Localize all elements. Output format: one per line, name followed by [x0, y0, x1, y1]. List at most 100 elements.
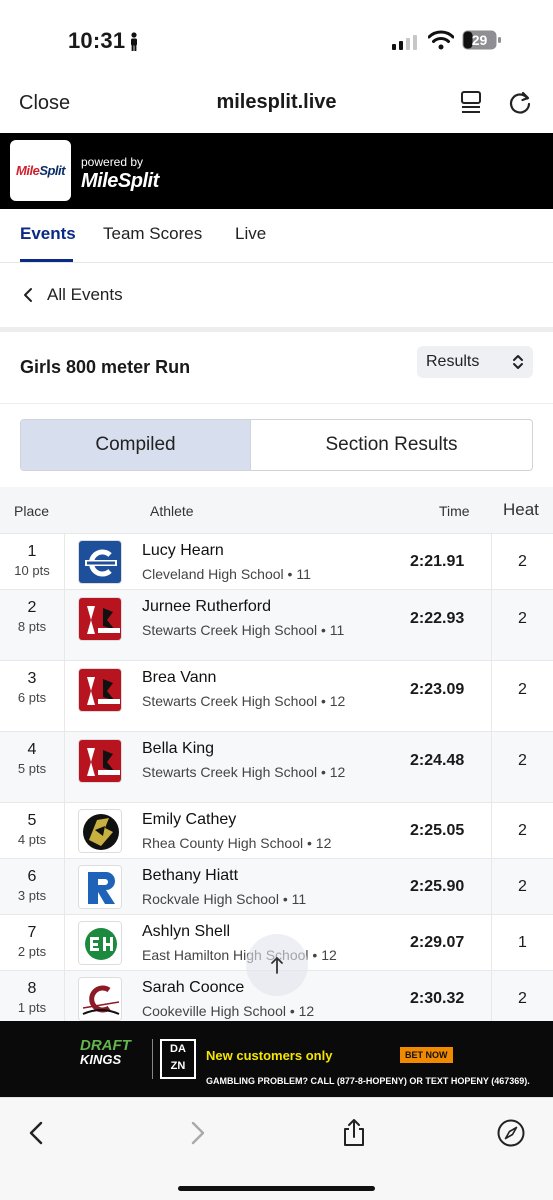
scroll-to-top-button[interactable] — [246, 934, 308, 996]
bet-now-button[interactable]: BET NOW — [400, 1047, 453, 1063]
athlete-cell: Lucy Hearn Cleveland High School • 11 — [142, 534, 347, 583]
ad-brand-kings: KINGS — [80, 1052, 122, 1067]
school-crest-icon — [78, 921, 122, 965]
heat-cell: 2 — [491, 534, 553, 589]
draftkings-logo: DRAFT KINGS — [80, 1038, 131, 1067]
compass-icon[interactable] — [496, 1118, 526, 1148]
share-icon[interactable] — [339, 1118, 369, 1148]
back-icon[interactable] — [22, 1118, 52, 1148]
heat-cell: 2 — [491, 859, 553, 914]
place-points: 4 pts — [17, 832, 47, 847]
segment-section-results[interactable]: Section Results — [251, 420, 532, 470]
segment-compiled[interactable]: Compiled — [21, 420, 251, 470]
school-crest-icon — [78, 597, 122, 641]
school-crest-icon — [78, 865, 122, 909]
athlete-cell: Brea Vann Stewarts Creek High School • 12 — [142, 661, 347, 710]
athlete-name[interactable]: Brea Vann — [142, 669, 347, 687]
athlete-school: Stewarts Creek High School • 12 — [142, 693, 346, 709]
brand-banner: MileSplit powered by MileSplit — [0, 133, 553, 209]
place-points: 3 pts — [17, 888, 47, 903]
home-indicator — [178, 1186, 375, 1191]
header-heat: Heat — [503, 500, 539, 519]
ad-divider — [152, 1039, 153, 1079]
athlete-name[interactable]: Bethany Hiatt — [142, 867, 347, 885]
advertisement-banner[interactable]: DRAFT KINGS DA ZN New customers only BET… — [0, 1021, 553, 1097]
battery-icon: 29 — [462, 30, 502, 50]
table-row[interactable]: 5 4 pts Emily Cathey Rhea County High Schoo… — [0, 802, 553, 858]
athlete-name[interactable]: Ashlyn Shell — [142, 923, 347, 941]
athlete-name[interactable]: Lucy Hearn — [142, 542, 347, 560]
heat-number: 2 — [518, 681, 527, 698]
table-row[interactable]: 1 10 pts Lucy Hearn Cleveland High School •… — [0, 533, 553, 589]
place-cell: 7 2 pts — [0, 915, 65, 970]
athlete-cell: Sarah Coonce Cookeville High School • 12 — [142, 971, 347, 1020]
athlete-school: Stewarts Creek High School • 11 — [142, 622, 345, 638]
athlete-school: Stewarts Creek High School • 12 — [142, 764, 346, 780]
place-points: 6 pts — [17, 690, 47, 705]
ad-headline: New customers only — [206, 1048, 333, 1063]
athlete-name[interactable]: Emily Cathey — [142, 811, 347, 829]
heat-cell: 2 — [491, 732, 553, 802]
table-header: Place Athlete Time Heat — [0, 487, 553, 533]
athlete-name[interactable]: Bella King — [142, 740, 347, 758]
school-crest-icon — [78, 540, 122, 584]
place-cell: 4 5 pts — [0, 732, 65, 802]
school-crest-icon — [78, 977, 122, 1021]
table-row[interactable]: 2 8 pts Jurnee Rutherford Stewarts Creek Hi… — [0, 589, 553, 660]
tab-live[interactable]: Live — [235, 224, 266, 244]
athlete-cell: Ashlyn Shell East Hamilton High School • … — [142, 915, 347, 964]
back-to-events-link[interactable]: All Events — [0, 263, 553, 327]
header-place: Place — [14, 503, 50, 519]
athlete-cell: Bethany Hiatt Rockvale High School • 11 — [142, 859, 347, 908]
table-row[interactable]: 4 5 pts Bella King Stewarts Creek High Scho… — [0, 731, 553, 802]
athlete-school: Rhea County High School • 12 — [142, 835, 332, 851]
place-number: 6 — [27, 868, 37, 885]
table-row[interactable]: 3 6 pts Brea Vann Stewarts Creek High Schoo… — [0, 660, 553, 731]
place-cell: 5 4 pts — [0, 803, 65, 858]
event-header: Girls 800 meter Run Results — [0, 332, 553, 404]
tab-team-scores[interactable]: Team Scores — [103, 224, 202, 244]
place-points: 5 pts — [17, 761, 47, 776]
logo-text-a: Mile — [16, 163, 40, 178]
place-cell: 3 6 pts — [0, 661, 65, 731]
header-time: Time — [439, 503, 470, 519]
result-time: 2:29.07 — [410, 934, 465, 951]
heat-cell: 2 — [491, 590, 553, 660]
heat-cell: 2 — [491, 661, 553, 731]
place-cell: 2 8 pts — [0, 590, 65, 660]
reload-icon[interactable] — [506, 89, 534, 117]
close-button[interactable]: Close — [19, 92, 70, 115]
event-title: Girls 800 meter Run — [20, 357, 191, 377]
back-label: All Events — [47, 285, 123, 304]
header-athlete: Athlete — [150, 503, 194, 519]
athlete-cell: Jurnee Rutherford Stewarts Creek High Sch… — [142, 590, 347, 639]
result-time: 2:25.90 — [410, 878, 465, 895]
table-row[interactable]: 6 3 pts Bethany Hiatt Rockvale High School … — [0, 858, 553, 914]
heat-number: 2 — [518, 822, 527, 839]
athlete-name[interactable]: Sarah Coonce — [142, 979, 347, 997]
place-cell: 8 1 pts — [0, 971, 65, 1026]
ad-disclaimer: GAMBLING PROBLEM? CALL (877-8-HOPENY) OR… — [206, 1076, 530, 1086]
arrow-up-icon — [271, 957, 283, 974]
results-view-select[interactable]: Results — [417, 346, 533, 378]
forward-icon[interactable] — [182, 1118, 212, 1148]
tab-events[interactable]: Events — [20, 224, 76, 244]
heat-number: 2 — [518, 610, 527, 627]
milesplit-logo[interactable]: MileSplit — [10, 140, 71, 201]
reader-mode-icon[interactable] — [458, 90, 484, 116]
chevron-up-down-icon — [513, 355, 523, 369]
school-crest-icon — [78, 668, 122, 712]
place-number: 3 — [27, 670, 37, 687]
heat-number: 2 — [518, 990, 527, 1007]
person-icon — [131, 32, 137, 51]
heat-cell: 1 — [491, 915, 553, 970]
dazn-logo: DA ZN — [160, 1039, 196, 1079]
place-number: 2 — [27, 599, 37, 616]
heat-number: 2 — [518, 752, 527, 769]
athlete-cell: Emily Cathey Rhea County High School • 12 — [142, 803, 347, 852]
athlete-school: Cleveland High School • 11 — [142, 566, 311, 582]
clock: 10:31 — [68, 28, 126, 53]
athlete-name[interactable]: Jurnee Rutherford — [142, 598, 347, 616]
place-number: 7 — [27, 924, 37, 941]
tab-bar: Events Team Scores Live — [0, 209, 553, 263]
